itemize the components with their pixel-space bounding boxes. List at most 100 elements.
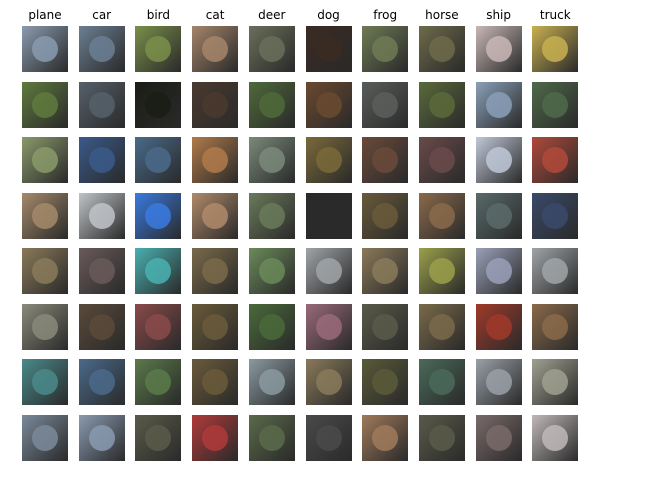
image-subject xyxy=(89,36,115,62)
image-subject xyxy=(316,314,342,340)
image-subject xyxy=(372,36,398,62)
column-label-deer: deer xyxy=(258,8,286,22)
image-tile-cat xyxy=(192,82,238,128)
column-label-bird: bird xyxy=(146,8,171,22)
image-subject xyxy=(202,369,228,395)
image-tile-frog xyxy=(362,304,408,350)
image-subject xyxy=(259,258,285,284)
image-tile-dog xyxy=(306,82,352,128)
image-subject xyxy=(32,203,58,229)
image-subject xyxy=(145,147,171,173)
column-label-frog: frog xyxy=(373,8,398,22)
image-subject xyxy=(89,369,115,395)
image-subject xyxy=(89,258,115,284)
image-subject xyxy=(259,36,285,62)
image-subject xyxy=(542,92,568,118)
image-tile-deer xyxy=(249,193,295,239)
image-subject xyxy=(259,314,285,340)
image-subject xyxy=(372,203,398,229)
image-tile-car xyxy=(79,359,125,405)
image-tile-horse xyxy=(419,304,465,350)
image-tile-dog xyxy=(306,193,352,239)
image-tile-cat xyxy=(192,26,238,72)
image-tile-plane xyxy=(22,359,68,405)
image-tile-ship xyxy=(476,248,522,294)
image-tile-plane xyxy=(22,137,68,183)
image-subject xyxy=(89,92,115,118)
image-tile-bird xyxy=(135,415,181,461)
image-subject xyxy=(372,258,398,284)
image-tile-car xyxy=(79,137,125,183)
image-subject xyxy=(145,203,171,229)
image-subject xyxy=(429,314,455,340)
image-tile-plane xyxy=(22,415,68,461)
image-tile-deer xyxy=(249,26,295,72)
image-subject xyxy=(145,36,171,62)
image-subject xyxy=(202,92,228,118)
image-subject xyxy=(486,147,512,173)
image-tile-ship xyxy=(476,137,522,183)
image-subject xyxy=(89,203,115,229)
image-subject xyxy=(316,147,342,173)
image-tile-car xyxy=(79,193,125,239)
image-tile-ship xyxy=(476,26,522,72)
image-tile-ship xyxy=(476,304,522,350)
image-tile-deer xyxy=(249,359,295,405)
image-tile-dog xyxy=(306,359,352,405)
image-tile-car xyxy=(79,248,125,294)
column-label-plane: plane xyxy=(28,8,62,22)
image-subject xyxy=(145,369,171,395)
image-tile-truck xyxy=(532,82,578,128)
image-subject xyxy=(89,314,115,340)
image-tile-deer xyxy=(249,137,295,183)
image-subject xyxy=(542,147,568,173)
image-tile-plane xyxy=(22,248,68,294)
image-subject xyxy=(32,314,58,340)
image-tile-bird xyxy=(135,82,181,128)
image-tile-plane xyxy=(22,26,68,72)
image-tile-truck xyxy=(532,304,578,350)
image-subject xyxy=(429,369,455,395)
image-tile-dog xyxy=(306,137,352,183)
image-subject xyxy=(486,425,512,451)
image-tile-horse xyxy=(419,415,465,461)
image-tile-cat xyxy=(192,304,238,350)
image-subject xyxy=(486,258,512,284)
image-subject xyxy=(145,314,171,340)
image-tile-frog xyxy=(362,137,408,183)
image-tile-deer xyxy=(249,82,295,128)
image-subject xyxy=(429,425,455,451)
image-tile-ship xyxy=(476,82,522,128)
image-tile-cat xyxy=(192,137,238,183)
image-tile-cat xyxy=(192,248,238,294)
image-subject xyxy=(316,203,342,229)
image-subject xyxy=(542,36,568,62)
image-subject xyxy=(372,92,398,118)
image-subject xyxy=(429,258,455,284)
image-subject xyxy=(486,36,512,62)
image-subject xyxy=(202,36,228,62)
sample-image-grid: plane car bird cat deer dog frog horse ship truck xyxy=(0,0,649,484)
image-tile-frog xyxy=(362,82,408,128)
column-label-horse: horse xyxy=(425,8,459,22)
image-subject xyxy=(32,36,58,62)
image-subject xyxy=(202,258,228,284)
image-tile-truck xyxy=(532,26,578,72)
image-subject xyxy=(202,147,228,173)
image-tile-deer xyxy=(249,304,295,350)
image-tile-frog xyxy=(362,359,408,405)
image-tile-dog xyxy=(306,248,352,294)
image-tile-cat xyxy=(192,359,238,405)
image-subject xyxy=(145,258,171,284)
image-tile-car xyxy=(79,304,125,350)
image-tile-bird xyxy=(135,137,181,183)
image-tile-dog xyxy=(306,304,352,350)
image-tile-bird xyxy=(135,248,181,294)
image-tile-horse xyxy=(419,137,465,183)
column-label-car: car xyxy=(92,8,112,22)
image-tile-truck xyxy=(532,137,578,183)
image-tile-cat xyxy=(192,415,238,461)
image-subject xyxy=(316,369,342,395)
image-tile-truck xyxy=(532,415,578,461)
image-tile-horse xyxy=(419,193,465,239)
